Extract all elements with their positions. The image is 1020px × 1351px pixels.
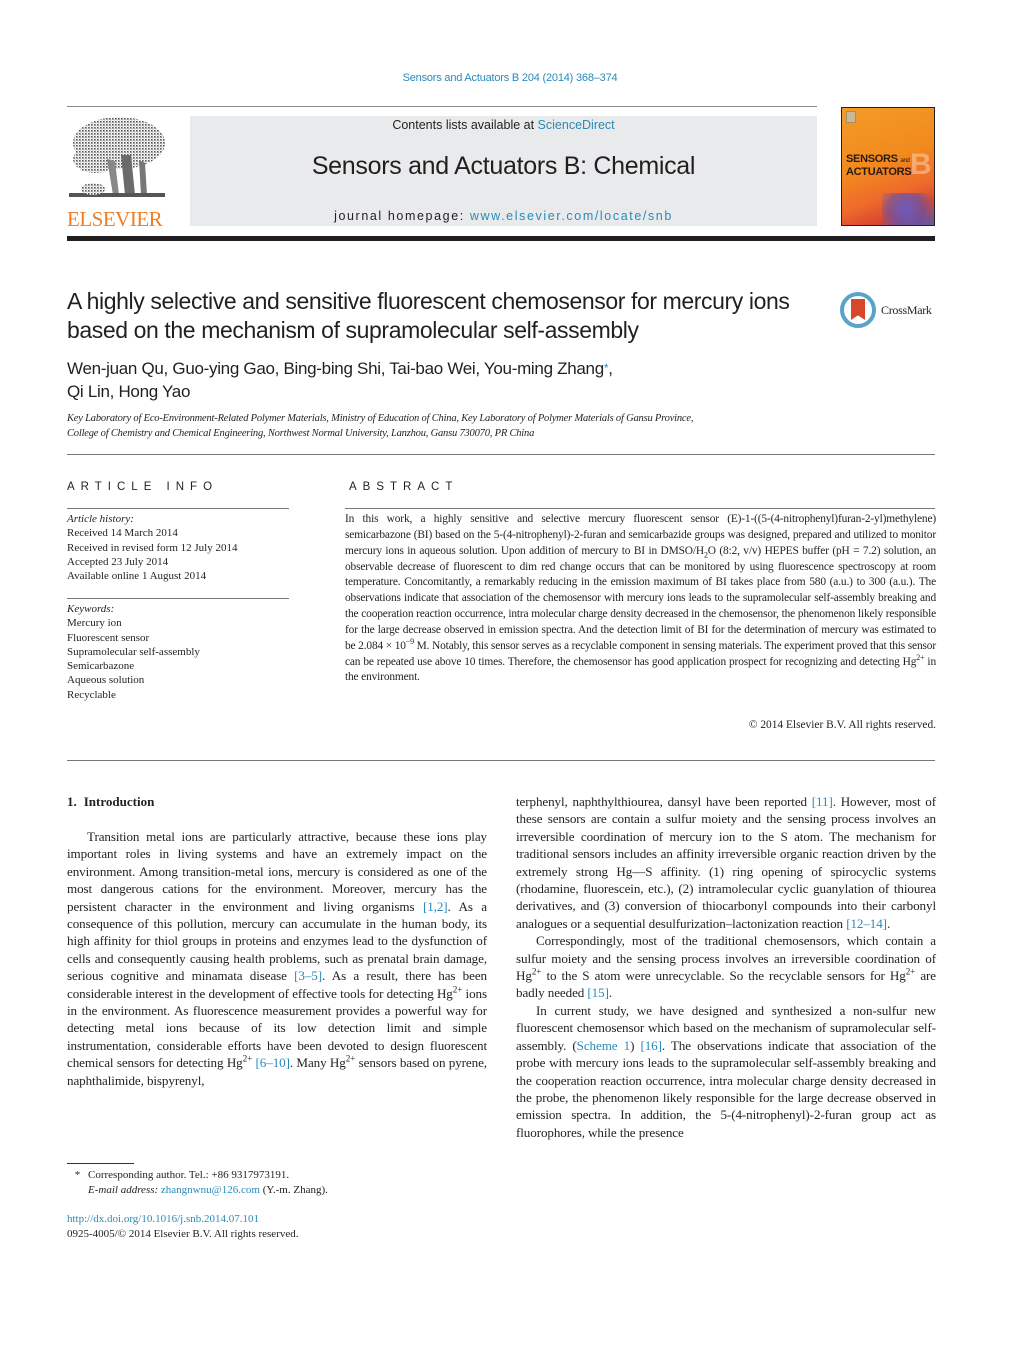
history-item: Accepted 23 July 2014 — [67, 555, 169, 568]
elsevier-logo[interactable]: ELSEVIER — [67, 115, 167, 231]
journal-citation[interactable]: Sensors and Actuators B 204 (2014) 368–3… — [0, 72, 1020, 84]
journal-homepage-link[interactable]: www.elsevier.com/locate/snb — [470, 209, 673, 223]
history-item: Received in revised form 12 July 2014 — [67, 541, 238, 554]
superscript: −9 — [405, 636, 414, 646]
reference-link[interactable]: [1,2] — [423, 899, 448, 914]
crossmark-button[interactable]: CrossMark — [840, 292, 940, 330]
footnote-rule — [67, 1163, 134, 1164]
paragraph: terphenyl, naphthylthiourea, dansyl have… — [516, 793, 936, 932]
body-column-left: Transition metal ions are particularly a… — [67, 828, 487, 1089]
elsevier-wordmark: ELSEVIER — [67, 207, 163, 231]
cover-artwork — [882, 193, 934, 225]
body-column-right: terphenyl, naphthylthiourea, dansyl have… — [516, 793, 936, 1141]
doi-link[interactable]: http://dx.doi.org/10.1016/j.snb.2014.07.… — [67, 1213, 259, 1225]
email-suffix: (Y.-m. Zhang). — [259, 1184, 328, 1196]
history-item: Received 14 March 2014 — [67, 527, 178, 540]
cover-title-word: SENSORS — [846, 153, 898, 165]
homepage-prefix: journal homepage: — [334, 209, 470, 223]
affiliation: Key Laboratory of Eco-Environment-Relate… — [67, 411, 927, 441]
reference-link[interactable]: [16] — [640, 1038, 662, 1053]
superscript: 2+ — [242, 1053, 253, 1064]
article-title: A highly selective and sensitive fluores… — [67, 288, 790, 343]
authors-line2: Qi Lin, Hong Yao — [67, 382, 191, 401]
abstract-text-part: O (8:2, v/v) HEPES buffer (pH = 7.2) sol… — [345, 544, 936, 652]
keyword-item: Mercury ion — [67, 617, 122, 630]
abstract-text: In this work, a highly sensitive and sel… — [345, 512, 936, 686]
text-run: to the S atom were unrecyclable. So the … — [541, 968, 906, 984]
doi-block: http://dx.doi.org/10.1016/j.snb.2014.07.… — [67, 1212, 299, 1241]
divider — [67, 454, 935, 455]
header-top-rule — [67, 106, 817, 107]
journal-title: Sensors and Actuators B: Chemical — [311, 152, 696, 180]
author-list: Wen-juan Qu, Guo-ying Gao, Bing-bing Shi… — [67, 357, 827, 403]
paragraph: Correspondingly, most of the traditional… — [516, 932, 936, 1002]
text-run: . — [608, 985, 613, 1001]
text-run: . However, most of these sensors are con… — [516, 794, 936, 931]
footnote-marker: * — [74, 1169, 81, 1181]
reference-link[interactable]: [11] — [812, 794, 833, 809]
divider — [67, 598, 289, 599]
article-history: Article history: Received 14 March 2014 … — [67, 512, 237, 583]
crossmark-label: CrossMark — [881, 303, 932, 317]
scheme-link[interactable]: Scheme 1 — [577, 1038, 631, 1053]
affiliation-line1: Key Laboratory of Eco-Environment-Relate… — [67, 413, 694, 424]
superscript: 2+ — [905, 966, 916, 977]
superscript: 2+ — [452, 984, 463, 995]
abstract-text-part: M. Notably, this sensor serves as a recy… — [345, 639, 936, 668]
paragraph: In current study, we have designed and s… — [516, 1002, 936, 1141]
authors-line1: Wen-juan Qu, Guo-ying Gao, Bing-bing Shi… — [67, 359, 604, 378]
journal-cover-thumbnail[interactable]: B SENSORS and ACTUATORS — [841, 107, 935, 226]
abstract-copyright: © 2014 Elsevier B.V. All rights reserved… — [748, 719, 936, 731]
reference-link[interactable]: [15] — [587, 985, 609, 1000]
divider — [67, 760, 935, 761]
divider — [67, 508, 289, 509]
corresponding-author-text: Corresponding author. Tel.: +86 93179731… — [88, 1169, 290, 1181]
text-run: ) — [630, 1037, 641, 1053]
contents-line: Contents lists available at ScienceDirec… — [190, 118, 817, 132]
header-thick-rule — [67, 236, 935, 241]
superscript: 2+ — [345, 1053, 356, 1064]
footnote-line: * Corresponding author. Tel.: +86 9317973… — [67, 1168, 487, 1183]
email-link[interactable]: zhangnwnu@126.com — [161, 1184, 260, 1196]
article-info-heading: ARTICLE INFO — [67, 481, 219, 493]
history-item: Available online 1 August 2014 — [67, 570, 207, 583]
sciencedirect-link[interactable]: ScienceDirect — [538, 118, 615, 132]
journal-header-box: Contents lists available at ScienceDirec… — [190, 116, 817, 226]
footnote-line: E-mail address: zhangnwnu@126.com (Y.-m.… — [67, 1183, 487, 1198]
cover-title-line2: ACTUATORS — [846, 166, 912, 178]
superscript: 2+ — [531, 966, 542, 977]
keyword-item: Aqueous solution — [67, 674, 145, 687]
text-run: . Many Hg — [289, 1055, 346, 1071]
section-title: Introduction — [83, 794, 155, 809]
text-run: . — [886, 915, 891, 931]
paragraph: Transition metal ions are particularly a… — [67, 828, 487, 1089]
corresponding-author-footnote: * Corresponding author. Tel.: +86 9317973… — [67, 1168, 487, 1198]
keyword-item: Fluorescent sensor — [67, 631, 150, 644]
affiliation-line2: College of Chemistry and Chemical Engine… — [67, 428, 535, 439]
divider — [345, 508, 935, 509]
keyword-item: Semicarbazone — [67, 660, 135, 673]
article-history-label: Article history: — [67, 513, 134, 525]
reference-link[interactable]: [3–5] — [294, 968, 322, 983]
contents-prefix: Contents lists available at — [392, 118, 538, 132]
cover-letter: B — [910, 148, 932, 181]
keywords: Keywords: Mercury ion Fluorescent sensor… — [67, 602, 200, 702]
journal-homepage-line: journal homepage: www.elsevier.com/locat… — [190, 209, 817, 223]
cover-title-and: and — [900, 158, 910, 164]
text-run: terphenyl, naphthylthiourea, dansyl have… — [516, 794, 812, 809]
issn-copyright: 0925-4005/© 2014 Elsevier B.V. All right… — [67, 1227, 299, 1240]
elsevier-tree-icon — [69, 117, 165, 197]
keyword-item: Supramolecular self-assembly — [67, 645, 200, 658]
email-label: E-mail address: — [88, 1184, 159, 1196]
section-heading-introduction: 1. Introduction — [67, 794, 154, 810]
cover-title-line1: SENSORS and — [846, 153, 910, 165]
reference-link[interactable]: [12–14] — [846, 916, 887, 931]
authors-line1-comma: , — [608, 359, 613, 378]
keywords-label: Keywords: — [67, 603, 115, 615]
reference-link[interactable]: [6–10] — [256, 1055, 290, 1070]
abstract-heading: ABSTRACT — [349, 481, 459, 493]
keyword-item: Recyclable — [67, 688, 116, 701]
cover-publisher-logo-icon — [846, 111, 856, 123]
section-number: 1. — [67, 794, 77, 809]
